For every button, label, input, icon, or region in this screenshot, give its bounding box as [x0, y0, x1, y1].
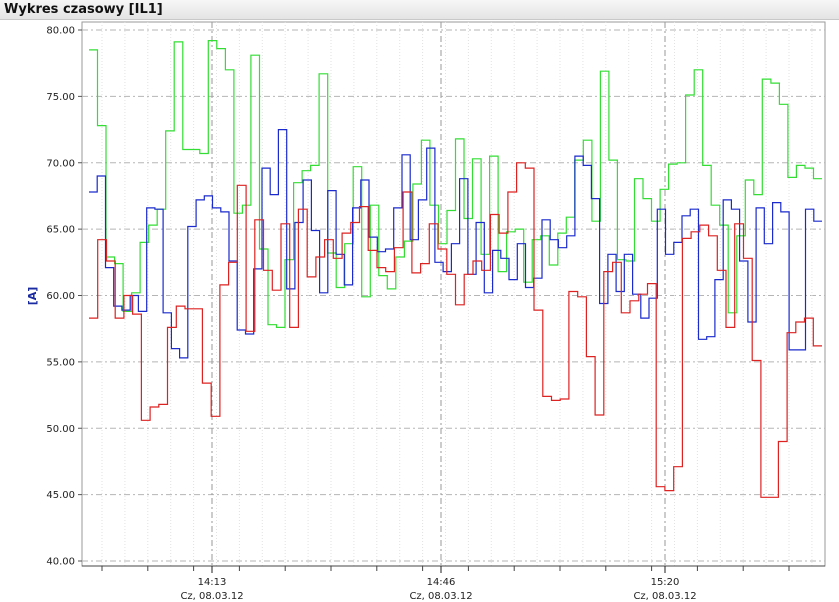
y-tick-label: 40.00	[46, 557, 75, 568]
x-tick-date: Cz, 08.03.12	[633, 591, 696, 602]
y-tick-label: 60.00	[46, 291, 75, 302]
x-tick-date: Cz, 08.03.12	[180, 591, 243, 602]
y-tick-label: 75.00	[46, 92, 75, 103]
x-axis: 14:13 Cz, 08.03.12 14:46 Cz, 08.03.12 15:20 C…	[82, 565, 825, 602]
y-tick-label: 80.00	[46, 26, 75, 37]
y-tick-label: 45.00	[46, 490, 75, 501]
x-tick-date: Cz, 08.03.12	[409, 591, 472, 602]
y-tick-label: 55.00	[46, 357, 75, 368]
y-axis: 80.00 75.00 70.00 65.00 60.00 55.00 50.00 45.00…	[46, 26, 82, 568]
time-chart: 80.00 75.00 70.00 65.00 60.00 55.00 50.00 45.00…	[26, 21, 826, 602]
x-tick-time: 14:13	[198, 577, 227, 588]
x-tick-time: 15:20	[651, 577, 680, 588]
y-axis-label: [A]	[26, 287, 39, 306]
x-tick-time: 14:46	[427, 577, 456, 588]
y-tick-label: 70.00	[46, 158, 75, 169]
y-tick-label: 65.00	[46, 225, 75, 236]
y-tick-label: 50.00	[46, 424, 75, 435]
